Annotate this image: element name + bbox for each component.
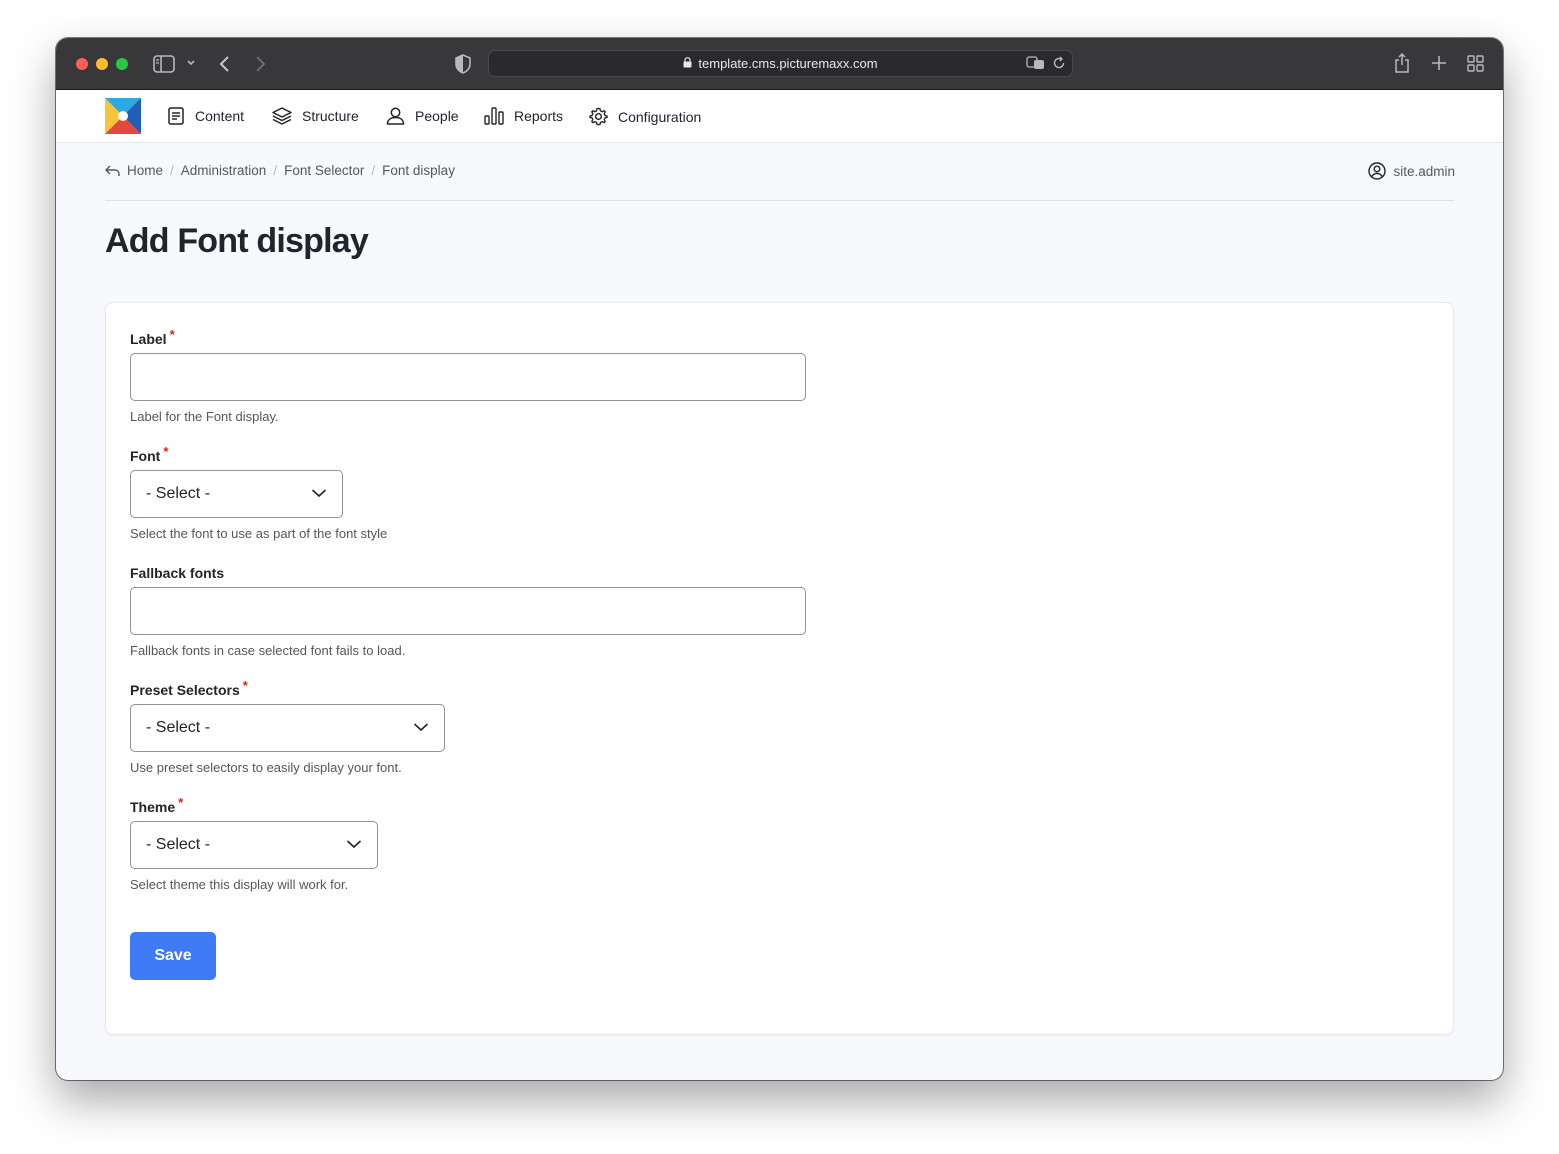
share-icon[interactable] — [1394, 52, 1410, 74]
minimize-window-button[interactable] — [96, 58, 108, 70]
font-select[interactable]: - Select - — [130, 470, 343, 518]
breadcrumb-administration[interactable]: Administration — [181, 163, 267, 178]
reload-icon[interactable] — [1052, 56, 1066, 70]
bar-chart-icon — [484, 107, 504, 125]
page-title: Add Font display — [105, 222, 369, 260]
save-button[interactable]: Save — [130, 932, 216, 980]
nav-configuration-label: Configuration — [618, 108, 702, 125]
required-marker: * — [169, 327, 175, 342]
label-field-label-text: Label — [130, 331, 167, 347]
label-field: Label * Label for the Font display. — [130, 327, 806, 424]
required-marker: * — [242, 678, 248, 693]
lock-icon — [683, 56, 692, 71]
theme-field-label-text: Theme — [130, 799, 176, 815]
theme-field: Theme * - Select - Select theme this disp… — [130, 795, 378, 892]
preset-field-description: Use preset selectors to easily display y… — [130, 760, 402, 775]
header-divider — [105, 200, 1454, 201]
fallback-field: Fallback fonts Fallback fonts in case se… — [130, 565, 806, 658]
label-field-description: Label for the Font display. — [130, 409, 279, 424]
username: site.admin — [1393, 163, 1455, 179]
shield-icon[interactable] — [455, 54, 471, 74]
browser-titlebar: template.cms.picturemaxx.com — [56, 38, 1503, 90]
person-icon — [386, 107, 405, 125]
fallback-field-description: Fallback fonts in case selected font fai… — [130, 643, 406, 658]
breadcrumb-home[interactable]: Home — [127, 163, 163, 178]
nav-reports-label: Reports — [514, 108, 564, 124]
nav-configuration[interactable]: Configuration — [589, 107, 701, 126]
nav-people-label: People — [415, 108, 459, 124]
fallback-field-label: Fallback fonts — [130, 565, 806, 581]
theme-select[interactable]: - Select - — [130, 821, 378, 869]
theme-field-label: Theme * — [130, 795, 378, 815]
browser-window: template.cms.picturemaxx.com Content Str… — [56, 38, 1503, 1080]
preset-selectors-select[interactable]: - Select - — [130, 704, 445, 752]
site-logo[interactable] — [105, 98, 141, 134]
nav-reports[interactable]: Reports — [484, 107, 563, 125]
form-card: Label * Label for the Font display. Font *… — [105, 302, 1454, 1035]
gear-icon — [589, 107, 608, 126]
required-marker: * — [178, 795, 184, 810]
forward-icon[interactable] — [253, 54, 267, 74]
chevron-down-icon — [311, 489, 327, 498]
preset-field: Preset Selectors * - Select - Use preset … — [130, 678, 445, 775]
back-arrow-icon[interactable] — [105, 165, 120, 177]
nav-structure-label: Structure — [302, 108, 359, 124]
new-tab-icon[interactable] — [1431, 55, 1447, 71]
document-icon — [168, 107, 184, 125]
required-marker: * — [163, 444, 169, 459]
font-field-label: Font * — [130, 444, 387, 464]
back-icon[interactable] — [218, 54, 232, 74]
user-circle-icon — [1368, 162, 1387, 180]
theme-field-description: Select theme this display will work for. — [130, 877, 349, 892]
label-field-label: Label * — [130, 327, 806, 347]
chevron-down-icon — [413, 723, 429, 732]
font-field-label-text: Font — [130, 448, 161, 464]
zoom-window-button[interactable] — [116, 58, 128, 70]
fallback-field-label-text: Fallback fonts — [130, 565, 225, 581]
user-menu[interactable]: site.admin — [1368, 162, 1455, 180]
url-text: template.cms.picturemaxx.com — [698, 56, 878, 71]
breadcrumb-separator: / — [371, 163, 376, 178]
nav-content-label: Content — [195, 108, 245, 124]
layers-icon — [272, 107, 292, 125]
nav-structure[interactable]: Structure — [272, 107, 359, 125]
preset-field-label: Preset Selectors * — [130, 678, 445, 698]
fallback-fonts-input[interactable] — [130, 587, 806, 635]
breadcrumb-font-selector[interactable]: Font Selector — [284, 163, 364, 178]
preset-select-value: - Select - — [146, 719, 211, 736]
sidebar-toggle-icon[interactable] — [153, 55, 175, 73]
font-select-value: - Select - — [146, 485, 211, 502]
nav-content[interactable]: Content — [167, 107, 244, 125]
breadcrumb-separator: / — [170, 163, 174, 178]
chevron-down-icon — [346, 840, 362, 849]
chevron-down-icon[interactable] — [186, 58, 196, 68]
breadcrumb-font-display[interactable]: Font display — [382, 163, 455, 178]
tab-overview-icon[interactable] — [1467, 55, 1484, 72]
preset-field-label-text: Preset Selectors — [130, 682, 240, 698]
label-input[interactable] — [130, 353, 806, 401]
font-field: Font * - Select - Select the font to use … — [130, 444, 388, 541]
translate-icon[interactable] — [1026, 55, 1046, 71]
close-window-button[interactable] — [76, 58, 88, 70]
font-field-description: Select the font to use as part of the fo… — [130, 526, 388, 541]
nav-people[interactable]: People — [386, 107, 459, 125]
breadcrumb-separator: / — [273, 163, 278, 178]
breadcrumb: Home / Administration / Font Selector / … — [105, 163, 455, 178]
theme-select-value: - Select - — [146, 836, 211, 853]
address-bar[interactable]: template.cms.picturemaxx.com — [488, 50, 1073, 77]
admin-toolbar: Content Structure People Reports Configu… — [56, 91, 1503, 143]
